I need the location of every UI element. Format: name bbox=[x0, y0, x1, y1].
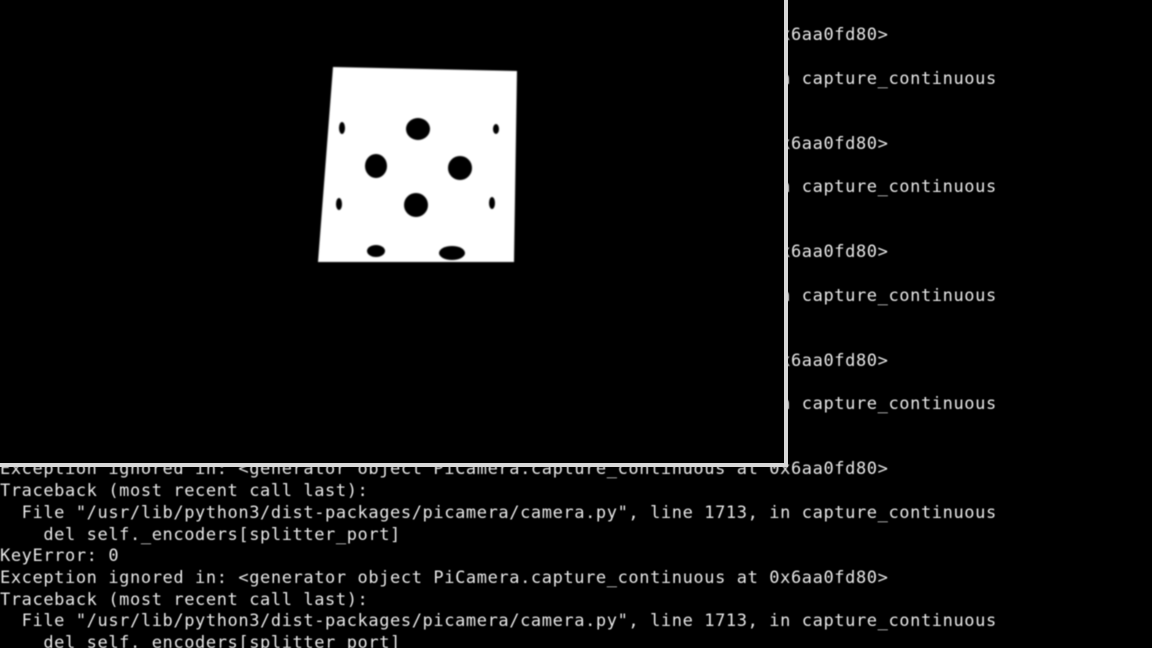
terminal-line: del self._encoders[splitter_port] bbox=[0, 524, 401, 545]
die-image bbox=[318, 67, 517, 262]
die-pip bbox=[439, 246, 465, 260]
die-pip bbox=[406, 118, 430, 140]
camera-preview-window[interactable] bbox=[0, 0, 788, 467]
terminal-line: Traceback (most recent call last): bbox=[0, 481, 369, 502]
die-pip bbox=[367, 245, 385, 257]
die-pip bbox=[493, 124, 499, 134]
terminal-line: del self._encoders[splitter_port] bbox=[0, 633, 401, 648]
terminal-line: File "/usr/lib/python3/dist-packages/pic… bbox=[0, 502, 997, 523]
desktop-screen: Exception ignored in: <generator object … bbox=[0, 0, 1152, 648]
die-pip bbox=[339, 122, 345, 134]
die-pip bbox=[448, 156, 472, 180]
die-pip bbox=[365, 154, 387, 178]
terminal-line: Exception ignored in: <generator object … bbox=[0, 567, 889, 588]
die-pip bbox=[489, 197, 495, 209]
die-pip bbox=[404, 193, 428, 217]
terminal-line: Traceback (most recent call last): bbox=[0, 589, 369, 610]
terminal-line: File "/usr/lib/python3/dist-packages/pic… bbox=[0, 611, 997, 632]
die-pip bbox=[336, 198, 342, 210]
terminal-line: KeyError: 0 bbox=[0, 546, 120, 567]
die-face bbox=[318, 67, 517, 262]
